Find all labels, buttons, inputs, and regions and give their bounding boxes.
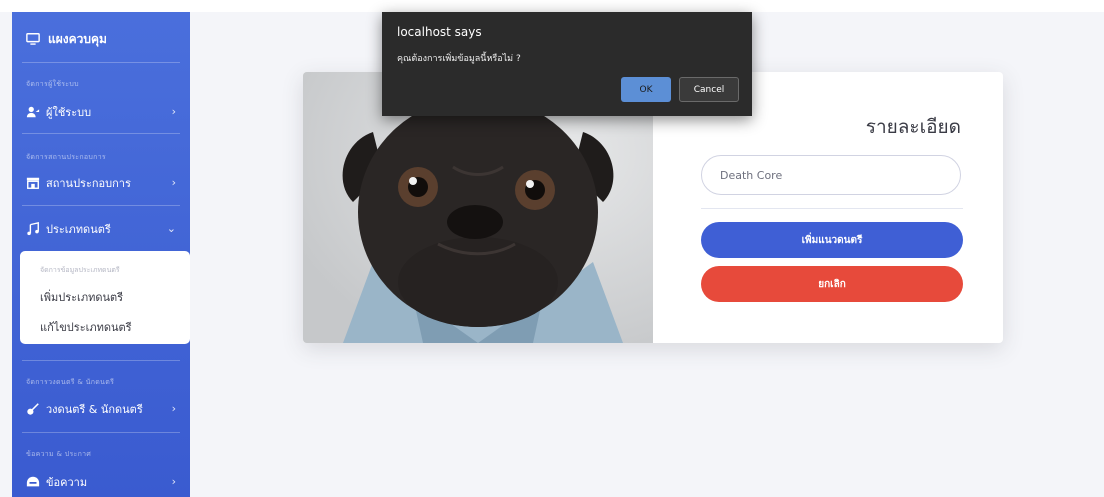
sidebar-item-label: สถานประกอบการ	[46, 177, 131, 190]
sidebar-item-label: ข้อความ	[46, 476, 88, 489]
music-genre-input[interactable]	[701, 155, 961, 195]
form-divider	[701, 208, 963, 209]
section-head-users: จัดการผู้ใช้ระบบ	[26, 80, 79, 88]
section-head-messages: ข้อความ & ประกาศ	[26, 450, 92, 458]
add-genre-button[interactable]: เพิ่มแนวดนตรี	[701, 222, 963, 258]
music-icon	[27, 222, 39, 236]
submenu-link-edit-music-type[interactable]: แก้ไขประเภทดนตรี	[40, 318, 132, 336]
submenu-music-types: จัดการข้อมูลประเภทดนตรี เพิ่มประเภทดนตรี…	[20, 251, 190, 344]
sidebar-brand[interactable]: แผงควบคุม	[26, 28, 107, 50]
chevron-right-icon: ›	[171, 105, 176, 118]
brand-label: แผงควบคุม	[48, 31, 107, 46]
cancel-button[interactable]: ยกเลิก	[701, 266, 963, 302]
dialog-message: คุณต้องการเพิ่มข้อมูลนี้หรือไม่ ?	[397, 54, 521, 64]
section-head-bands: จัดการวงดนตรี & นักดนตรี	[26, 378, 115, 386]
submenu-heading: จัดการข้อมูลประเภทดนตรี	[40, 266, 120, 274]
sidebar-item-users[interactable]: ผู้ใช้ระบบ ›	[26, 102, 176, 122]
sidebar-item-bands[interactable]: วงดนตรี & นักดนตรี ›	[26, 399, 176, 419]
sidebar-divider	[22, 360, 180, 361]
store-icon	[26, 177, 40, 189]
section-head-venues: จัดการสถานประกอบการ	[26, 153, 106, 161]
chevron-right-icon: ›	[171, 176, 176, 189]
guitar-icon	[27, 403, 39, 415]
sidebar-item-music-types[interactable]: ประเภทดนตรี ⌄	[26, 219, 176, 239]
form-title: รายละเอียด	[865, 116, 961, 138]
sidebar-divider	[22, 205, 180, 206]
sidebar-item-venues[interactable]: สถานประกอบการ ›	[26, 173, 176, 193]
submenu-link-add-music-type[interactable]: เพิ่มประเภทดนตรี	[40, 288, 123, 306]
chevron-down-icon: ⌄	[166, 222, 176, 235]
chevron-right-icon: ›	[171, 402, 176, 415]
sidebar-divider	[22, 133, 180, 134]
dialog-ok-button[interactable]: OK	[621, 77, 671, 102]
sidebar-item-label: ผู้ใช้ระบบ	[46, 106, 92, 119]
sidebar: แผงควบคุม จัดการผู้ใช้ระบบ ผู้ใช้ระบบ › …	[12, 12, 190, 497]
message-icon	[26, 476, 40, 487]
sidebar-item-label: ประเภทดนตรี	[46, 223, 111, 236]
sidebar-divider	[22, 62, 180, 63]
dialog-title: localhost says	[397, 25, 482, 39]
top-bar	[0, 0, 1104, 12]
users-icon	[26, 106, 40, 118]
dialog-cancel-button[interactable]: Cancel	[679, 77, 739, 102]
chevron-right-icon: ›	[171, 475, 176, 488]
confirm-dialog: localhost says คุณต้องการเพิ่มข้อมูลนี้ห…	[382, 12, 752, 116]
sidebar-item-messages[interactable]: ข้อความ ›	[26, 472, 176, 492]
sidebar-item-label: วงดนตรี & นักดนตรี	[46, 403, 143, 416]
monitor-icon	[26, 33, 40, 45]
sidebar-divider	[22, 432, 180, 433]
